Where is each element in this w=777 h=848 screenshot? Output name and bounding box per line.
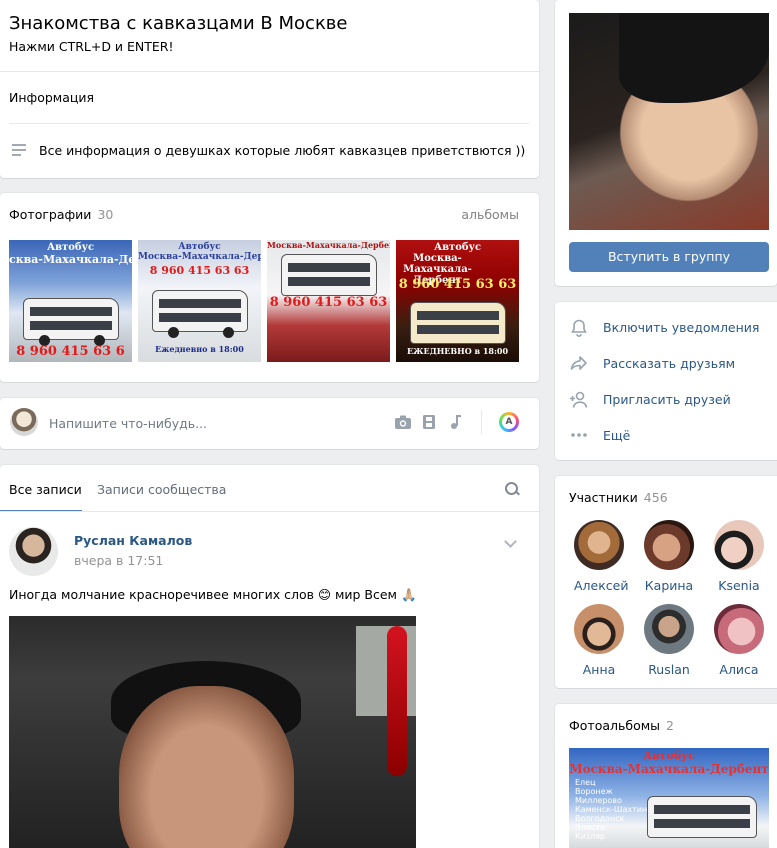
description-icon [12, 144, 26, 159]
art-icon[interactable]: A [499, 412, 519, 432]
info-tab[interactable]: Информация [9, 90, 94, 105]
more-icon [569, 427, 589, 445]
tab-community-posts[interactable]: Записи сообщества [97, 482, 226, 497]
photos-title[interactable]: Фотографии 30 [9, 207, 113, 222]
group-actions-card: Включить уведомления Рассказать друзьям … [555, 302, 777, 460]
photo-thumb[interactable]: Москва-Махачкала-Дербент 8 960 415 63 63 [267, 240, 390, 362]
bell-icon [569, 319, 589, 337]
albums-link[interactable]: альбомы [461, 207, 519, 222]
bus-image [410, 302, 506, 344]
music-icon[interactable] [445, 414, 463, 430]
new-post-box: Напишите что-нибудь... A [0, 398, 539, 449]
bus-image [281, 254, 377, 296]
wall-card: Все записи Записи сообщества Руслан Кама… [0, 465, 539, 848]
video-icon[interactable] [420, 414, 438, 430]
albums-title[interactable]: Фотоальбомы 2 [569, 718, 674, 733]
avatar [574, 520, 624, 570]
divider [9, 123, 529, 124]
share-icon [569, 355, 589, 373]
member-item[interactable]: Ksenia [714, 520, 764, 593]
divider [0, 511, 539, 512]
albums-count: 2 [666, 718, 674, 733]
chevron-down-icon[interactable] [504, 535, 517, 548]
member-item[interactable]: Алиса [714, 604, 764, 677]
group-cover-card: Вступить в группу [555, 0, 777, 286]
post-image[interactable] [9, 616, 416, 848]
divider [0, 71, 539, 72]
group-status: Нажми CTRL+D и ENTER! [9, 39, 174, 54]
bus-image [152, 290, 248, 332]
tab-all-posts[interactable]: Все записи [9, 482, 82, 497]
post-time[interactable]: вчера в 17:51 [74, 553, 163, 568]
avatar [644, 604, 694, 654]
join-group-button[interactable]: Вступить в группу [569, 242, 769, 272]
divider [481, 410, 482, 434]
photo-thumb[interactable]: Автобус сква-Махачкала-Дербе 8 960 415 6… [9, 240, 132, 362]
members-count: 456 [643, 490, 668, 505]
avatar [714, 604, 764, 654]
photo-thumb[interactable]: Автобус Москва- Махачкала- Дербент 8 960… [396, 240, 519, 362]
member-item[interactable]: Алексей [574, 520, 628, 593]
members-title[interactable]: Участники 456 [569, 490, 668, 505]
member-item[interactable]: Ruslan [644, 604, 694, 677]
members-card: Участники 456 Алексей Карина Ksenia Анна … [555, 476, 777, 688]
photos-count: 30 [97, 207, 114, 222]
bus-image [23, 298, 119, 340]
albums-card: Фотоальбомы 2 Автобус Москва-Махачкала-Де… [555, 704, 777, 848]
post-author[interactable]: Руслан Камалов [74, 533, 192, 548]
group-cover-photo[interactable] [569, 13, 769, 230]
search-icon[interactable] [505, 482, 519, 496]
current-user-avatar [10, 408, 38, 436]
add-friend-icon [569, 391, 589, 409]
group-description: Все информация о девушках которые любят … [39, 143, 526, 158]
photo-thumb[interactable]: Автобус Москва-Махачкала-Дербент 8 960 4… [138, 240, 261, 362]
avatar [644, 520, 694, 570]
group-title: Знакомства с кавказцами В Москве [9, 13, 348, 34]
post-input[interactable]: Напишите что-нибудь... [49, 416, 207, 431]
group-header-card: Знакомства с кавказцами В Москве Нажми C… [0, 0, 539, 178]
photos-card: Фотографии 30 альбомы Автобус сква-Махачк… [0, 193, 539, 382]
member-item[interactable]: Карина [644, 520, 694, 593]
author-avatar[interactable] [9, 527, 58, 576]
post-text: Иногда молчание красноречивее многих сло… [9, 587, 417, 602]
ribbon [387, 626, 407, 776]
member-item[interactable]: Анна [574, 604, 624, 677]
avatar [714, 520, 764, 570]
avatar [574, 604, 624, 654]
bus-image [647, 796, 757, 838]
camera-icon[interactable] [394, 414, 412, 430]
album-cover[interactable]: Автобус Москва-Махачкала-Дербент Елец Во… [569, 748, 769, 848]
